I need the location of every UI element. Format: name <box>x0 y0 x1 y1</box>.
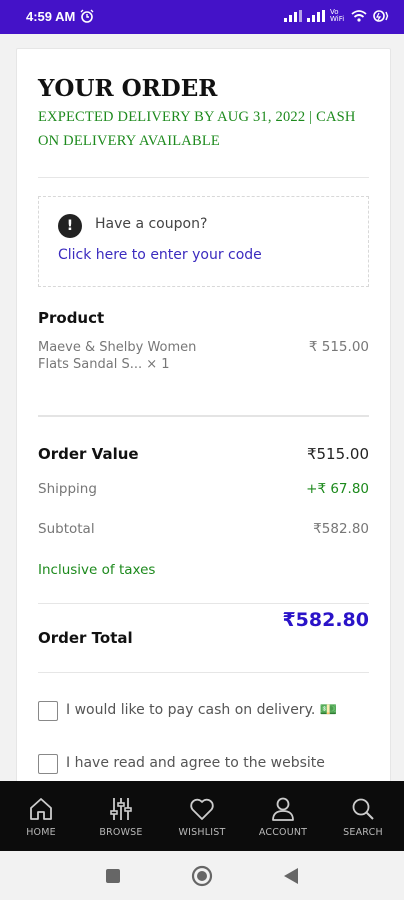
signal-icon <box>307 10 325 22</box>
divider <box>38 672 369 673</box>
sliders-icon <box>110 798 132 820</box>
home-circle-icon[interactable] <box>191 865 213 887</box>
shipping-label: Shipping <box>38 481 97 497</box>
shipping-value: +₹ 67.80 <box>306 481 369 497</box>
order-value-label: Order Value <box>38 445 139 463</box>
subtotal-label: Subtotal <box>38 521 95 537</box>
cod-label: I would like to pay cash on delivery. 💵 <box>66 702 338 718</box>
bottom-nav: HOME BROWSE WISHLIST ACCOUNT SEARCH <box>0 781 404 851</box>
order-total-value: ₹582.80 <box>282 609 369 631</box>
user-icon <box>272 797 294 821</box>
nav-browse-label: BROWSE <box>99 827 143 838</box>
divider <box>38 603 369 604</box>
shipping-row: Shipping +₹ 67.80 <box>38 481 369 497</box>
search-icon <box>352 798 374 820</box>
vowifi-label: Vo WiFi <box>330 8 345 23</box>
terms-label: I have read and agree to the website <box>66 755 325 771</box>
exclamation-icon: ! <box>58 214 82 238</box>
nav-search-label: SEARCH <box>343 827 383 838</box>
product-price: ₹ 515.00 <box>308 339 369 355</box>
back-icon[interactable] <box>283 867 299 885</box>
divider <box>38 415 369 417</box>
product-header: Product <box>38 309 105 327</box>
tax-note: Inclusive of taxes <box>38 562 156 578</box>
signal-icon <box>284 10 302 22</box>
order-total-label: Order Total <box>38 629 133 647</box>
coupon-link[interactable]: Click here to enter your code <box>58 247 262 263</box>
subtotal-row: Subtotal ₹582.80 <box>38 521 369 537</box>
coupon-box: ! Have a coupon? Click here to enter you… <box>38 196 369 287</box>
status-time: 4:59 AM <box>26 9 76 24</box>
product-name: Maeve & Shelby Women Flats Sandal S... ×… <box>38 340 197 372</box>
recents-icon[interactable] <box>105 868 121 884</box>
alarm-icon <box>80 9 94 23</box>
nav-browse[interactable]: BROWSE <box>81 781 161 851</box>
cod-checkbox[interactable] <box>38 701 58 721</box>
battery-icon <box>373 10 389 22</box>
delivery-note: EXPECTED DELIVERY BY AUG 31, 2022 | CASH… <box>38 109 356 149</box>
nav-account-label: ACCOUNT <box>258 827 308 838</box>
status-bar: 4:59 AM Vo WiFi <box>0 0 404 34</box>
nav-search[interactable]: SEARCH <box>323 781 403 851</box>
wifi-icon <box>351 10 367 22</box>
terms-checkbox[interactable] <box>38 754 58 774</box>
home-icon <box>30 798 52 820</box>
page-title: YOUR ORDER <box>38 75 218 102</box>
order-card: YOUR ORDER EXPECTED DELIVERY BY AUG 31, … <box>16 48 391 790</box>
nav-home-label: HOME <box>26 827 56 838</box>
nav-wishlist[interactable]: WISHLIST <box>162 781 242 851</box>
nav-account[interactable]: ACCOUNT <box>243 781 323 851</box>
order-value-row: Order Value ₹515.00 <box>38 445 369 463</box>
status-icons: Vo WiFi <box>284 9 390 23</box>
coupon-prompt: Have a coupon? <box>95 216 208 232</box>
subtotal-value: ₹582.80 <box>313 521 369 537</box>
order-value: ₹515.00 <box>306 445 369 463</box>
divider <box>38 177 369 178</box>
nav-wishlist-label: WISHLIST <box>178 827 226 838</box>
system-nav-bar <box>0 851 404 900</box>
heart-icon <box>190 798 214 820</box>
nav-home[interactable]: HOME <box>1 781 81 851</box>
